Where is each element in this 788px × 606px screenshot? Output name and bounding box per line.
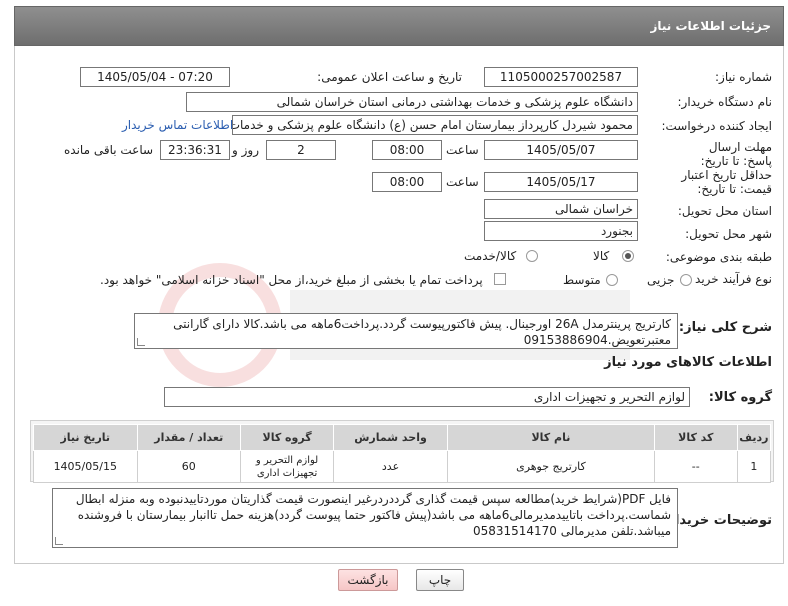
category-label: طبقه بندی موضوعی: [665, 250, 772, 264]
table-row: 1 -- کارتریج جوهری عدد لوازم التحریر و ت… [33, 450, 772, 483]
goods-group-field: لوازم التحریر و تجهیزات اداری [164, 387, 690, 407]
category-goods-label: کالا [593, 249, 610, 263]
col-header-code: کد کالا [653, 424, 738, 451]
col-header-row-number: ردیف [736, 424, 772, 451]
reply-deadline-label: مهلت ارسال پاسخ: تا تاریخ: [700, 140, 772, 168]
category-goods-service-radio[interactable] [526, 250, 538, 262]
col-header-need-date: تاریخ نیاز [33, 424, 138, 451]
treasury-payment-checkbox[interactable] [494, 273, 506, 285]
contact-info-link[interactable]: اطلاعات تماس خریدار [122, 118, 233, 132]
requester-field: محمود شیردل کارپرداز بیمارستان امام حسن … [232, 115, 638, 135]
buyer-notes-label: توضیحات خریدار: [662, 513, 772, 528]
province-field: خراسان شمالی [484, 199, 638, 219]
description-textarea: کارتریج پرینترمدل 26A اورجینال. پیش فاکت… [134, 313, 678, 349]
process-medium-radio[interactable] [606, 274, 618, 286]
col-header-name: نام کالا [446, 424, 655, 451]
table-header-row: ردیف کد کالا نام کالا واحد شمارش گروه کا… [33, 424, 772, 451]
description-label: شرح کلی نیاز: [678, 320, 772, 335]
category-goods-service-label: کالا/خدمت [464, 249, 517, 263]
process-partial-label: جزیی [647, 273, 675, 287]
description-text: کارتریج پرینترمدل 26A اورجینال. پیش فاکت… [173, 317, 671, 347]
treasury-payment-note: پرداخت تمام یا بخشی از مبلغ خرید،از محل … [100, 273, 483, 287]
goods-group-label: گروه کالا: [708, 390, 772, 405]
col-header-quantity: تعداد / مقدار [136, 424, 242, 451]
validity-time-field: 08:00 [372, 172, 442, 192]
remaining-label: ساعت باقی مانده [64, 143, 154, 157]
delivery-city-label: شهر محل تحویل: [685, 227, 772, 241]
announce-datetime-field: 1405/05/04 - 07:20 [80, 67, 230, 87]
cell-unit: عدد [333, 450, 448, 483]
buyer-org-field: دانشگاه علوم پزشکی و خدمات بهداشتی درمان… [186, 92, 638, 112]
col-header-unit: واحد شمارش [333, 424, 448, 451]
need-number-label: شماره نیاز: [715, 70, 772, 84]
cell-group: لوازم التحریر و تجهیزات اداری [239, 450, 335, 483]
cell-name: کارتریج جوهری [446, 450, 655, 483]
cell-code: -- [653, 450, 738, 483]
validity-date-field: 1405/05/17 [484, 172, 638, 192]
need-number-field: 1105000257002587 [484, 67, 638, 87]
cell-row-number: 1 [736, 450, 772, 483]
goods-table: ردیف کد کالا نام کالا واحد شمارش گروه کا… [33, 424, 772, 483]
process-medium-label: متوسط [563, 273, 601, 287]
resize-grip-icon[interactable] [55, 537, 63, 545]
back-button[interactable]: بازگشت [338, 569, 398, 591]
validity-hour-label: ساعت [446, 175, 479, 189]
cell-quantity: 60 [136, 450, 242, 483]
col-header-group: گروه کالا [239, 424, 335, 451]
requester-label: ایجاد کننده درخواست: [661, 119, 772, 133]
delivery-province-label: استان محل تحویل: [677, 204, 772, 218]
buyer-notes-textarea: فایل PDF(شرایط خرید)مطالعه سپس قیمت گذار… [52, 488, 678, 548]
days-remaining-field: 2 [266, 140, 336, 160]
buyer-org-label: نام دستگاه خریدار: [677, 95, 773, 109]
city-field: بجنورد [484, 221, 638, 241]
buyer-notes-text: فایل PDF(شرایط خرید)مطالعه سپس قیمت گذار… [75, 492, 671, 538]
process-type-label: نوع فرآیند خرید : [687, 272, 772, 286]
reply-time-field: 08:00 [372, 140, 442, 160]
header-bar: جزئیات اطلاعات نیاز [14, 6, 784, 46]
reply-hour-label: ساعت [446, 143, 479, 157]
reply-date-field: 1405/05/07 [484, 140, 638, 160]
category-goods-radio[interactable] [622, 250, 634, 262]
days-and-label: روز و [232, 143, 259, 157]
process-partial-radio[interactable] [680, 274, 692, 286]
resize-grip-icon[interactable] [137, 338, 145, 346]
remaining-time-field: 23:36:31 [160, 140, 230, 160]
cell-need-date: 1405/05/15 [33, 450, 138, 483]
print-button[interactable]: چاپ [416, 569, 464, 591]
goods-info-title: اطلاعات کالاهای مورد نیاز [604, 355, 772, 370]
price-validity-label: حداقل تاریخ اعتبار قیمت: تا تاریخ: [681, 168, 772, 196]
announce-datetime-label: تاریخ و ساعت اعلان عمومی: [317, 70, 462, 84]
page-title: جزئیات اطلاعات نیاز [650, 19, 771, 33]
